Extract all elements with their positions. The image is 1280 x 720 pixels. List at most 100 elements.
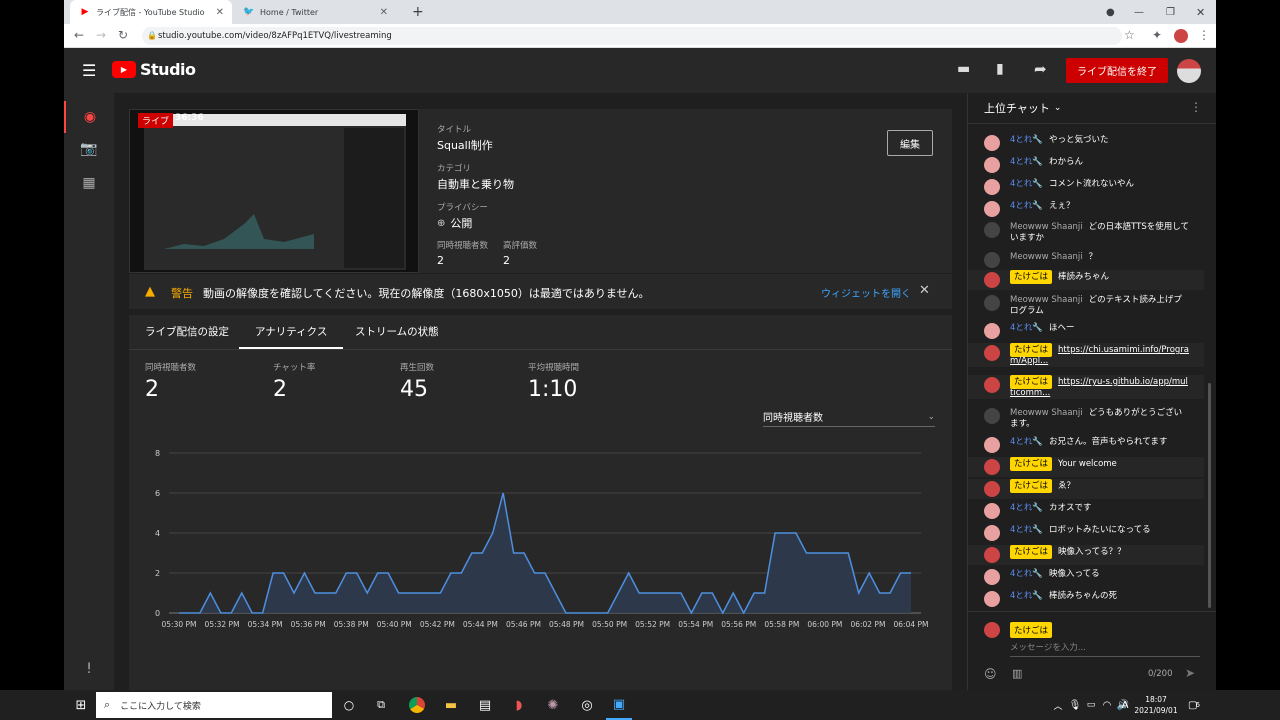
hamburger-menu-icon[interactable]: ☰ <box>82 61 96 80</box>
title-label: タイトル <box>437 125 472 135</box>
browser-tab-twitter[interactable]: 🐦 Home / Twitter ✕ <box>234 0 396 24</box>
windows-start-icon[interactable]: ⊞ <box>66 690 96 720</box>
close-tab-icon[interactable]: ✕ <box>380 7 388 18</box>
feedback-icon[interactable]: ! <box>64 653 114 685</box>
x-tick-label: 05:50 PM <box>592 620 627 629</box>
task-view-icon[interactable]: ⧉ <box>370 690 392 720</box>
chrome-icon[interactable] <box>404 690 430 720</box>
star-icon[interactable]: ☆ <box>1124 28 1135 42</box>
chat-message[interactable]: たけごは https://chi.usamimi.info/Program/App… <box>968 343 1204 367</box>
new-tab-button[interactable]: + <box>402 0 426 24</box>
clapperboard-icon[interactable]: ▬ <box>957 61 970 77</box>
open-widget-link[interactable]: ウィジェットを開く <box>821 285 911 300</box>
file-explorer-icon[interactable]: ▬ <box>438 690 464 720</box>
live-badge: ライブ <box>138 113 174 128</box>
close-icon[interactable]: ✕ <box>919 283 930 298</box>
live-broadcast-icon[interactable]: ◉ <box>64 101 114 133</box>
stream-preview[interactable]: ライブ 36:36 <box>129 109 419 273</box>
avatar <box>984 591 1000 607</box>
edit-button[interactable]: 編集 <box>887 130 933 156</box>
app-icon[interactable]: ✺ <box>540 690 566 720</box>
extensions-icon[interactable]: ✦ <box>1152 28 1162 42</box>
tray-chevron-icon[interactable]: ︿ <box>1050 690 1066 720</box>
end-stream-button[interactable]: ライブ配信を終了 <box>1066 58 1168 83</box>
chat-message[interactable]: Meowww Shaanji ？ <box>968 250 1204 270</box>
chat-scrollbar[interactable] <box>1208 383 1211 608</box>
chat-message-body: 4とれ🔧 カオスです <box>1010 503 1190 514</box>
tab-analytics[interactable]: アナリティクス <box>239 315 344 349</box>
chat-message-body: たけごは https://ryu-s.github.io/app/multicom… <box>1010 375 1190 399</box>
camera-icon[interactable]: 📷 <box>64 133 114 165</box>
avatar <box>984 622 1000 638</box>
super-chat-icon[interactable]: ▥ <box>1012 667 1022 680</box>
browser-window: ▶ ライブ配信 - YouTube Studio ✕ 🐦 Home / Twit… <box>64 0 1216 720</box>
clock[interactable]: 18:07 2021/09/01 <box>1134 694 1178 716</box>
chat-message[interactable]: Meowww Shaanji どうもありがとうございます。 <box>968 406 1204 430</box>
chat-message[interactable]: 4とれ🔧 ほへー <box>968 321 1204 341</box>
avatar <box>984 547 1000 563</box>
chat-author: 4とれ🔧 <box>1010 437 1043 447</box>
channel-avatar[interactable] <box>1177 59 1201 83</box>
chat-message[interactable]: Meowww Shaanji どの日本語TTSを使用していますか <box>968 220 1204 244</box>
obs-icon[interactable]: ◎ <box>574 690 600 720</box>
chat-message[interactable]: 4とれ🔧 えぇ？ <box>968 199 1204 219</box>
calendar-icon[interactable]: ▦ <box>64 167 114 199</box>
share-arrow-icon[interactable]: ➦ <box>1034 60 1047 78</box>
chat-message[interactable]: 4とれ🔧 カオスです <box>968 501 1204 521</box>
emoji-icon[interactable]: ☺ <box>984 667 997 681</box>
mic-icon[interactable]: 🎙 <box>1068 690 1082 720</box>
chat-message[interactable]: 4とれ🔧 ロボットみたいになってる <box>968 523 1204 543</box>
network-icon[interactable]: ▭ <box>1084 690 1098 720</box>
active-app-icon[interactable]: ▣ <box>606 690 632 720</box>
chat-mode-dropdown[interactable]: 上位チャット ⌄ <box>984 100 1061 116</box>
metric-select[interactable]: 同時視聴者数 ⌄ <box>763 407 935 427</box>
x-tick-label: 05:48 PM <box>549 620 584 629</box>
send-icon[interactable]: ➤ <box>1185 666 1195 680</box>
maximize-window-icon[interactable]: ❐ <box>1156 0 1176 24</box>
studio-logo[interactable]: ▶ Studio <box>112 60 196 79</box>
ime-indicator[interactable]: A <box>1118 690 1132 720</box>
tab-stream-settings[interactable]: ライブ配信の設定 <box>129 315 245 349</box>
bookmark-icon[interactable]: ▮ <box>996 61 1004 77</box>
profile-menu-icon[interactable]: ● <box>1096 0 1116 24</box>
film-app-icon[interactable]: ▤ <box>472 690 498 720</box>
taskbar-search[interactable]: ⌕ ここに入力して検索 <box>96 692 332 718</box>
chat-message[interactable]: Meowww Shaanji どのテキスト読み上げプログラム <box>968 293 1204 317</box>
x-tick-label: 05:34 PM <box>248 620 283 629</box>
tab-stream-health[interactable]: ストリームの状態 <box>339 315 455 349</box>
x-tick-label: 05:52 PM <box>635 620 670 629</box>
chat-message[interactable]: 4とれ🔧 お兄さん。音声もやられてます <box>968 435 1204 455</box>
chat-message[interactable]: 4とれ🔧 やっと気づいた <box>968 133 1204 153</box>
close-tab-icon[interactable]: ✕ <box>216 7 224 18</box>
profile-avatar[interactable] <box>1174 29 1188 43</box>
forward-arrow-icon[interactable]: → <box>96 28 106 42</box>
lips-app-icon[interactable]: ◗ <box>506 690 532 720</box>
kebab-menu-icon[interactable]: ⋮ <box>1190 100 1202 114</box>
chat-author: Meowww Shaanji <box>1010 252 1083 262</box>
chat-message-input[interactable]: メッセージを入力... <box>1010 641 1200 657</box>
taskbar-search-placeholder: ここに入力して検索 <box>120 701 201 712</box>
cortana-icon[interactable]: ○ <box>338 690 360 720</box>
wifi-icon[interactable]: ◠ <box>1100 690 1114 720</box>
chat-message[interactable]: 4とれ🔧 棒読みちゃんの死 <box>968 589 1204 609</box>
chat-message[interactable]: たけごは Your welcome <box>968 457 1204 477</box>
avatar <box>984 295 1000 311</box>
reload-icon[interactable]: ↻ <box>118 28 128 42</box>
notification-icon[interactable]: ▢ 6 <box>1186 690 1202 720</box>
chat-message[interactable]: 4とれ🔧 コメント流れないやん <box>968 177 1204 197</box>
kebab-menu-icon[interactable]: ⋮ <box>1198 28 1210 42</box>
browser-tab-youtube-studio[interactable]: ▶ ライブ配信 - YouTube Studio ✕ <box>70 0 232 24</box>
chat-message[interactable]: 4とれ🔧 映像入ってる <box>968 567 1204 587</box>
globe-icon: ⊕ <box>437 217 446 229</box>
avatar <box>984 179 1000 195</box>
chat-message[interactable]: たけごは 棒読みちゃん <box>968 270 1204 290</box>
chat-message[interactable]: 4とれ🔧 わからん <box>968 155 1204 175</box>
url-field[interactable]: 🔒 studio.youtube.com/video/8zAFPq1ETVQ/l… <box>142 27 1122 45</box>
back-arrow-icon[interactable]: ← <box>74 28 84 42</box>
chat-message[interactable]: たけごは ゑ？ <box>968 479 1204 499</box>
close-window-icon[interactable]: ✕ <box>1186 0 1206 24</box>
x-tick-label: 05:38 PM <box>334 620 369 629</box>
chat-message[interactable]: たけごは https://ryu-s.github.io/app/multicom… <box>968 375 1204 399</box>
chat-message[interactable]: たけごは 映像入ってる？？ <box>968 545 1204 565</box>
minimize-window-icon[interactable]: — <box>1124 0 1144 24</box>
